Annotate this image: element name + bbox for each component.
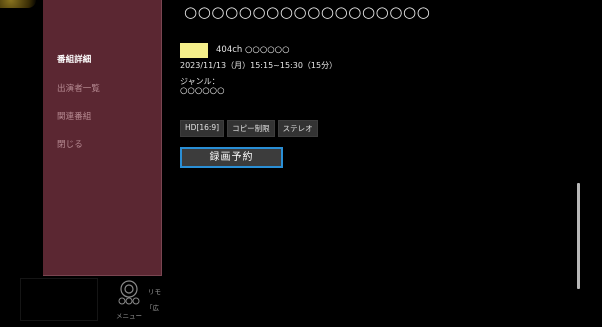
scrollbar[interactable] <box>577 183 580 289</box>
remote-control-icon <box>118 280 140 305</box>
menu-item-related-programs[interactable]: 関連番組 <box>57 110 91 122</box>
remote-menu-label: メニュー <box>116 312 142 320</box>
corner-decoration <box>0 0 36 8</box>
background-left <box>0 0 44 278</box>
menu-item-close[interactable]: 閉じる <box>57 138 83 150</box>
genre-value: ○○○○○○ <box>180 86 225 96</box>
badge-stereo: ステレオ <box>277 120 318 137</box>
preview-box <box>20 278 98 321</box>
feature-badges: HD[16:9] コピー制限 ステレオ <box>180 120 318 137</box>
channel-color-swatch <box>180 43 208 58</box>
record-reservation-button[interactable]: 録画予約 <box>180 147 283 168</box>
program-title: ○○○○○○○○○○○○○○○○○○ <box>184 3 431 21</box>
badge-hd: HD[16:9] <box>180 120 225 137</box>
broadcast-time: 2023/11/13（月）15:15~15:30（15分） <box>180 61 338 70</box>
menu-item-cast-list[interactable]: 出演者一覧 <box>57 82 100 94</box>
remote-hint-text-2: 「広 <box>146 304 159 312</box>
menu-item-program-detail[interactable]: 番組詳細 <box>57 53 91 65</box>
channel-info: 404ch ○○○○○○ <box>216 45 290 55</box>
remote-hint-text: リモ <box>148 288 161 296</box>
tv-screen: 番組詳細 出演者一覧 関連番組 閉じる メニュー リモ 「広 ○○○○○○○○○… <box>0 0 602 327</box>
badge-copy-restriction: コピー制限 <box>227 120 275 137</box>
context-menu: 番組詳細 出演者一覧 関連番組 閉じる <box>43 0 162 276</box>
